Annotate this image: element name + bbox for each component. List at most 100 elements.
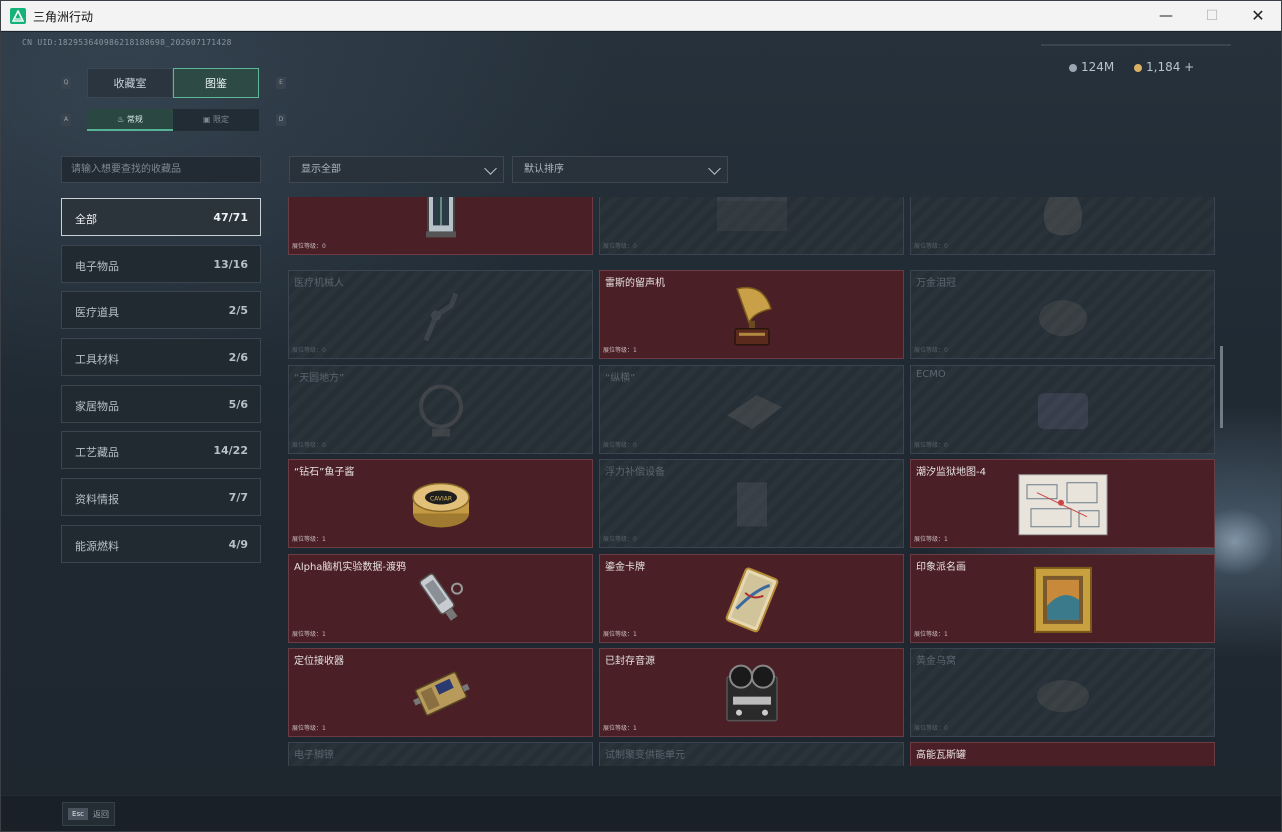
caviar-tin-icon: CAVIAR	[410, 475, 472, 537]
item-level: 展位等级：1	[292, 534, 326, 543]
item-level-label: 展位等级：	[914, 725, 945, 732]
item-level: 展位等级：0	[914, 723, 948, 732]
item-level-label: 展位等级：	[292, 347, 323, 354]
item-level-label: 展位等级：	[914, 347, 945, 354]
collection-item-card[interactable]: 展位等级：0	[599, 197, 904, 255]
gold-coin-icon	[1134, 63, 1142, 72]
category-count: 4/9	[228, 538, 248, 551]
filter-dropdown[interactable]: 显示全部	[289, 156, 504, 183]
item-name: 浮力补偿设备	[605, 467, 665, 478]
board-icon	[717, 385, 787, 439]
collection-item-card[interactable]: 展位等级：0	[288, 197, 593, 255]
item-level-value: 1	[322, 631, 326, 638]
tab-codex[interactable]: 图鉴	[173, 68, 259, 98]
collection-item-card[interactable]: 潮汐监狱地图-4 展位等级：1	[910, 459, 1215, 548]
collection-item-card[interactable]: 印象派名画 展位等级：1	[910, 554, 1215, 643]
category-label: 电子物品	[75, 260, 119, 273]
category-label: 资料情报	[75, 493, 119, 506]
category-label: 工艺藏品	[75, 446, 119, 459]
item-level: 展位等级：0	[603, 440, 637, 449]
collection-item-card[interactable]: 电子脚镣	[288, 742, 593, 766]
collection-item-card[interactable]: 定位接收器 展位等级：1	[288, 648, 593, 737]
category-crafts[interactable]: 工艺藏品 14/22	[61, 431, 261, 469]
close-button[interactable]: ✕	[1235, 1, 1281, 31]
item-name: “钻石”鱼子酱	[294, 467, 355, 478]
item-name: 黄金乌窝	[916, 656, 956, 667]
collection-item-card[interactable]: 试制聚变供能单元	[599, 742, 904, 766]
item-level-value: 1	[633, 347, 637, 354]
category-medical[interactable]: 医疗道具 2/5	[61, 291, 261, 329]
subtab-regular[interactable]: ♨ 常规	[87, 109, 173, 131]
crown-icon	[1033, 290, 1093, 344]
item-name: “天圆地方”	[294, 373, 345, 384]
minimize-button[interactable]: —	[1143, 1, 1189, 31]
category-intel[interactable]: 资料情报 7/7	[61, 478, 261, 516]
subtab-limited[interactable]: ▣ 限定	[173, 109, 259, 131]
item-level-label: 展位等级：	[292, 442, 323, 449]
globe-icon	[414, 380, 468, 444]
collection-item-card[interactable]: CAVIAR “钻石”鱼子酱 展位等级：1	[288, 459, 593, 548]
category-count: 13/16	[213, 258, 248, 271]
collection-item-card[interactable]: 高能瓦斯罐	[910, 742, 1215, 766]
gold-currency[interactable]: 1,184 +	[1134, 60, 1194, 74]
category-count: 14/22	[213, 444, 248, 457]
collection-item-card[interactable]: 已封存音源展位等级：1	[599, 648, 904, 737]
item-level: 展位等级：0	[292, 440, 326, 449]
item-name: 鎏金卡牌	[605, 562, 645, 573]
item-level: 展位等级：0	[603, 241, 637, 250]
collection-item-card[interactable]: Alpha脑机实验数据-渡鸦 展位等级：1	[288, 554, 593, 643]
item-name: 印象派名画	[916, 562, 966, 573]
top-divider	[1041, 44, 1231, 46]
item-name: 电子脚镣	[294, 750, 334, 761]
category-tools[interactable]: 工具材料 2/6	[61, 338, 261, 376]
item-name: 已封存音源	[605, 656, 655, 667]
category-home[interactable]: 家居物品 5/6	[61, 385, 261, 423]
category-count: 2/5	[228, 304, 248, 317]
painting-icon	[1033, 565, 1093, 637]
collection-item-card[interactable]: 万金泪冠 展位等级：0	[910, 270, 1215, 359]
next-subtab-key-hint: D	[276, 114, 286, 126]
grid-scrollbar[interactable]	[1220, 346, 1223, 428]
collection-item-card[interactable]: 鎏金卡牌 展位等级：1	[599, 554, 904, 643]
item-level: 展位等级：1	[292, 723, 326, 732]
maximize-button[interactable]: ☐	[1189, 1, 1235, 31]
item-level-value: 0	[944, 243, 948, 250]
item-level-value: 1	[322, 725, 326, 732]
item-level-value: 0	[322, 442, 326, 449]
category-electronics[interactable]: 电子物品 13/16	[61, 245, 261, 283]
search-input[interactable]: 请输入想要查找的收藏品	[61, 156, 261, 183]
tab-collection-room[interactable]: 收藏室	[87, 68, 173, 98]
collection-item-card[interactable]: 浮力补偿设备 展位等级：0	[599, 459, 904, 548]
collection-item-card[interactable]: “天圆地方” 展位等级：0	[288, 365, 593, 454]
category-label: 能源燃料	[75, 540, 119, 553]
item-level: 展位等级：0	[292, 345, 326, 354]
sort-dropdown-value: 默认排序	[524, 164, 564, 175]
collection-item-card[interactable]: 黄金乌窝展位等级：0	[910, 648, 1215, 737]
collection-item-card[interactable]: 医疗机械人 展位等级：0	[288, 270, 593, 359]
usb-drive-icon	[411, 568, 471, 634]
category-all[interactable]: 全部 47/71	[61, 198, 261, 236]
item-name: “纵横”	[605, 373, 636, 384]
collection-item-card[interactable]: ECMO 展位等级：0	[910, 365, 1215, 454]
sort-dropdown[interactable]: 默认排序	[512, 156, 728, 183]
window-title: 三角洲行动	[33, 10, 94, 24]
item-level-label: 展位等级：	[292, 631, 323, 638]
collection-item-card[interactable]: “纵横” 展位等级：0	[599, 365, 904, 454]
category-energy[interactable]: 能源燃料 4/9	[61, 525, 261, 563]
item-level: 展位等级：0	[603, 534, 637, 543]
item-level-label: 展位等级：	[292, 725, 323, 732]
collection-item-card[interactable]: 雷斯的留声机 展位等级：1	[599, 270, 904, 359]
back-button[interactable]: Esc 返回	[62, 802, 115, 826]
item-level: 展位等级：1	[603, 723, 637, 732]
gramophone-icon	[729, 282, 775, 352]
collection-item-card[interactable]: 展位等级：0	[910, 197, 1215, 255]
silver-currency-value: 124M	[1081, 60, 1115, 74]
item-level-value: 0	[944, 347, 948, 354]
category-count: 47/71	[213, 211, 248, 224]
item-level-value: 0	[322, 347, 326, 354]
item-level-label: 展位等级：	[914, 536, 945, 543]
item-level: 展位等级：1	[914, 534, 948, 543]
item-level-label: 展位等级：	[603, 243, 634, 250]
item-level: 展位等级：0	[914, 440, 948, 449]
item-level-label: 展位等级：	[603, 442, 634, 449]
